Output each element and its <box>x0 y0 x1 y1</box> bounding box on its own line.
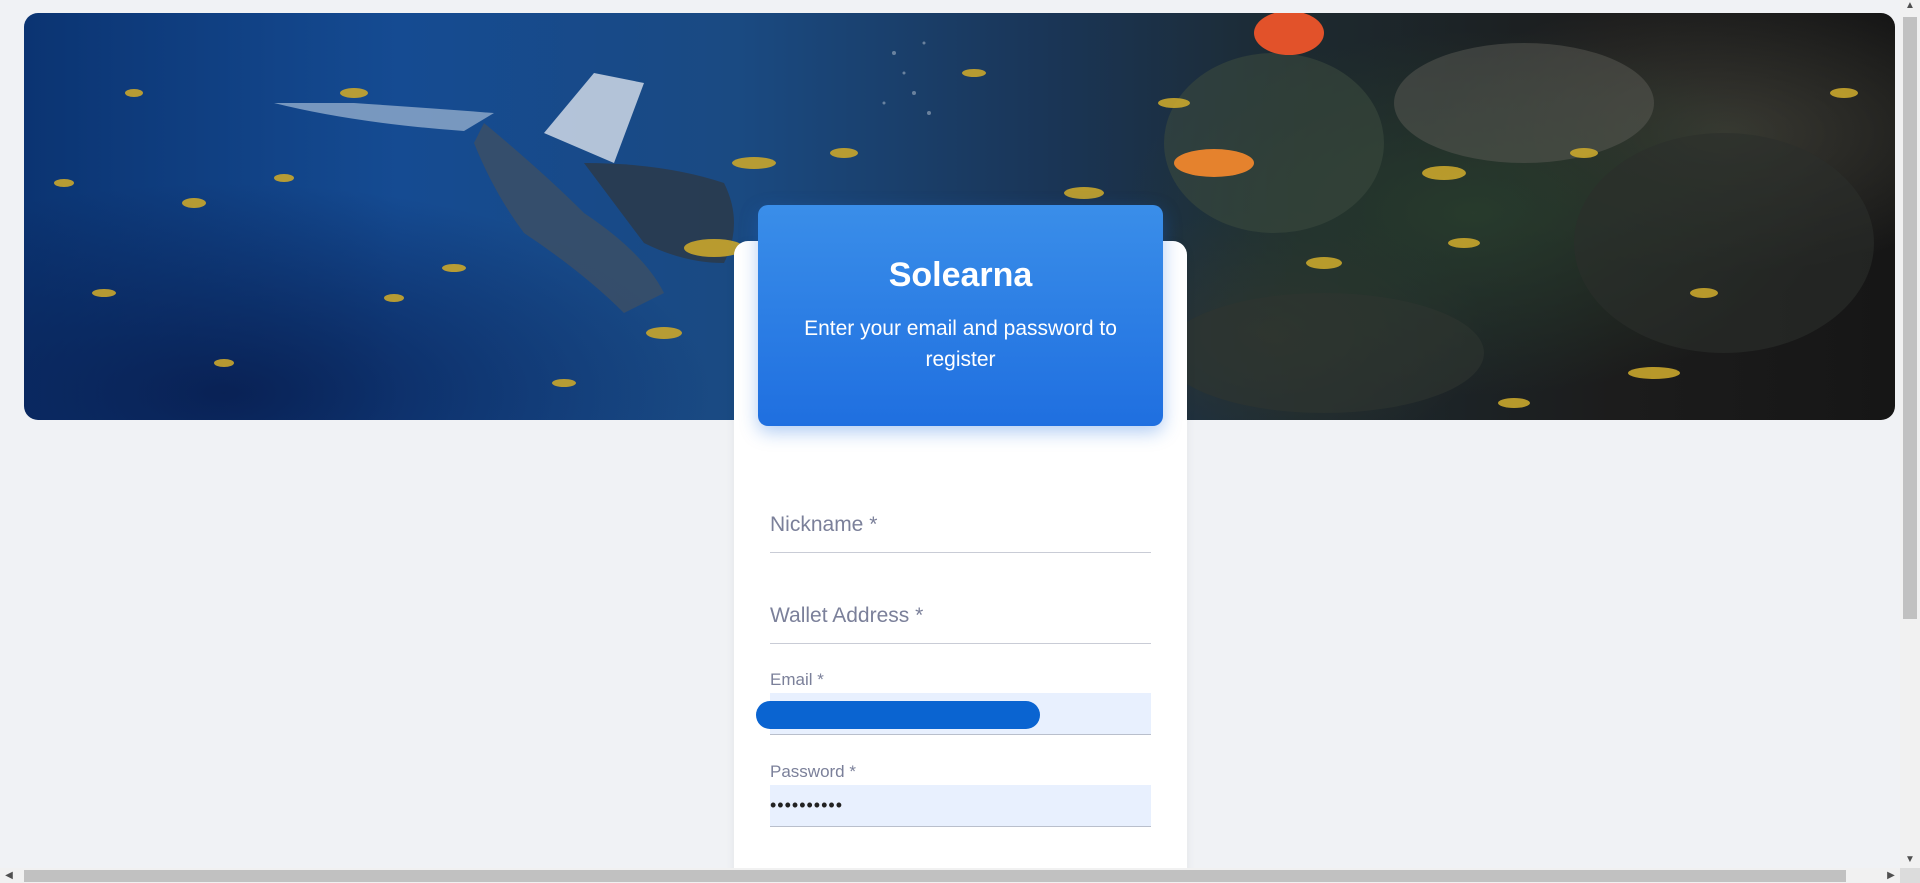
horizontal-scrollbar-thumb[interactable] <box>24 870 1846 882</box>
password-value: •••••••••• <box>770 795 844 815</box>
scroll-up-icon[interactable]: ▲ <box>1903 0 1917 12</box>
card-subtitle: Enter your email and password to registe… <box>804 317 1117 371</box>
password-input[interactable]: •••••••••• <box>770 785 1151 827</box>
nickname-underline <box>770 552 1151 553</box>
password-field[interactable]: Password * •••••••••• <box>770 760 1151 830</box>
horizontal-scrollbar[interactable]: ◀ ▶ <box>0 868 1900 883</box>
scroll-down-icon[interactable]: ▼ <box>1903 854 1917 866</box>
nickname-label: Nickname * <box>770 513 878 536</box>
wallet-address-underline <box>770 643 1151 644</box>
password-label: Password * <box>770 762 856 781</box>
email-label: Email * <box>770 670 824 689</box>
scrollbar-corner <box>1900 868 1920 883</box>
email-redaction-mark <box>756 701 1040 729</box>
scroll-left-icon[interactable]: ◀ <box>2 870 16 882</box>
app-title: Solearna <box>888 256 1033 294</box>
vertical-scrollbar-thumb[interactable] <box>1903 17 1917 619</box>
wallet-address-field[interactable]: Wallet Address * <box>770 596 1151 646</box>
card-header: Solearna Enter your email and password t… <box>758 205 1163 426</box>
scroll-right-icon[interactable]: ▶ <box>1884 870 1898 882</box>
email-field[interactable]: Email * <box>756 668 1151 738</box>
vertical-scrollbar[interactable]: ▲ ▼ <box>1900 0 1920 868</box>
email-input[interactable] <box>756 693 1151 735</box>
page: Solearna Enter your email and password t… <box>0 0 1920 883</box>
nickname-field[interactable]: Nickname * <box>770 505 1151 555</box>
wallet-address-label: Wallet Address * <box>770 604 924 627</box>
